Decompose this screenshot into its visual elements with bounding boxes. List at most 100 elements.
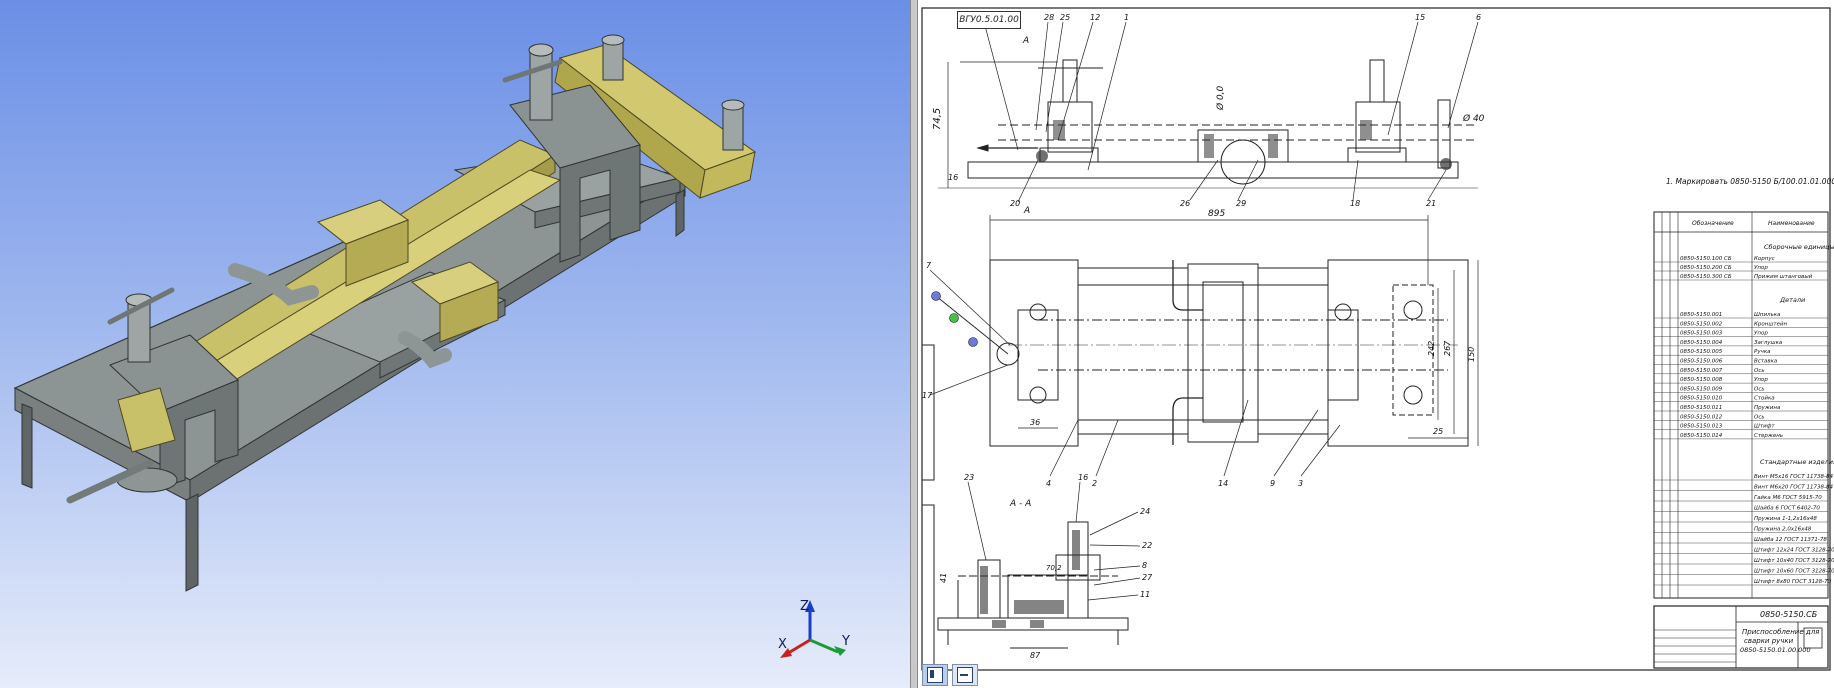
callout-21: 21 xyxy=(1426,199,1436,208)
callout-25: 25 xyxy=(1060,13,1070,22)
marker-blue-1 xyxy=(931,291,941,301)
spec-detail-name: Вставка xyxy=(1754,359,1778,365)
x-axis-label: X xyxy=(778,637,787,652)
spec-detail-name: Ось xyxy=(1754,386,1765,392)
callout-18: 18 xyxy=(1350,199,1360,208)
dim-section-width: 87 xyxy=(1030,651,1041,660)
dim-phi-top: Ø 0,0 xyxy=(1215,85,1226,111)
spec-detail-name: Упор xyxy=(1754,377,1768,383)
spec-header-code: Обозначение xyxy=(1692,220,1734,227)
dim-offset-right: 25 xyxy=(1433,427,1443,436)
callout-2: 2 xyxy=(1092,479,1097,488)
spec-standard-name: Шайба 6 ГОСТ 6402-70 xyxy=(1754,506,1820,512)
cut-label-bottom: А xyxy=(1023,206,1030,216)
spec-detail-name: Заглушка xyxy=(1754,340,1783,346)
spec-assembly-name: Корпус xyxy=(1754,256,1775,262)
margin-stamp-lower xyxy=(921,504,935,666)
sheet-icon xyxy=(957,667,973,683)
spec-detail-name: Штифт xyxy=(1754,424,1775,430)
spec-header-name: Наименование xyxy=(1768,220,1815,227)
tab-sheet-2[interactable] xyxy=(952,664,978,686)
plan-dims xyxy=(989,215,1479,446)
dim-phi-right: Ø 40 xyxy=(1462,113,1485,124)
title-name-3: 0850-5150.01.00.000 xyxy=(1740,646,1811,654)
spec-standard-name: Пружина 1-1,2х16х48 xyxy=(1754,516,1817,522)
spec-detail-name: Упор xyxy=(1754,331,1768,337)
spec-detail-name: Ось xyxy=(1754,414,1765,420)
spec-detail-code: 0850-5150.009 xyxy=(1680,386,1723,392)
callouts-plan-lines xyxy=(929,269,1341,477)
base-leg-3 xyxy=(675,189,685,237)
callout-7: 7 xyxy=(926,261,932,270)
spec-detail-code: 0850-5150.003 xyxy=(1680,331,1723,337)
spec-detail-name: Кронштейн xyxy=(1754,321,1788,327)
dim-length-total: 895 xyxy=(1208,209,1225,219)
spec-detail-name: Стержень xyxy=(1754,433,1783,439)
spec-detail-code: 0850-5150.012 xyxy=(1680,414,1723,420)
callout-9: 9 xyxy=(1270,479,1275,488)
spec-detail-name: Ось xyxy=(1754,368,1765,374)
spec-assembly-name: Прижим штанговый xyxy=(1754,274,1813,280)
spec-standard-name: Штифт 10х60 ГОСТ 3128-70 xyxy=(1754,569,1834,575)
spec-standard-name: Винт М5х16 ГОСТ 11738-84 xyxy=(1754,474,1833,480)
margin-stamp-upper xyxy=(921,344,935,481)
callout-22: 22 xyxy=(1142,541,1152,550)
callout-26: 26 xyxy=(1180,199,1190,208)
spec-standard-name: Гайка М6 ГОСТ 5915-70 xyxy=(1754,495,1822,501)
spec-detail-code: 0850-5150.010 xyxy=(1680,396,1723,402)
callout-6: 6 xyxy=(1476,13,1481,22)
dim-width-outer: 267 xyxy=(1443,340,1452,356)
spec-standard-name: Штифт 10х40 ГОСТ 3128-70 xyxy=(1754,558,1834,564)
callout-1: 1 xyxy=(1124,13,1129,22)
spec-assembly-code: 0850-5150.300 СБ xyxy=(1680,274,1732,280)
callout-11: 11 xyxy=(1140,590,1150,599)
spec-detail-code: 0850-5150.006 xyxy=(1680,359,1723,365)
spec-table: Обозначение Наименование Сборочные едини… xyxy=(1653,211,1834,599)
section-view xyxy=(937,521,1129,649)
drawing-canvas: 74,5 16 Ø 0,0 Ø 40 А А 10 28 25 12 1 15 … xyxy=(921,7,1834,671)
pin-right-3-cap xyxy=(721,99,745,111)
spec-detail-code: 0850-5150.001 xyxy=(1680,312,1722,318)
pane-splitter[interactable] xyxy=(910,0,918,688)
spec-detail-code: 0850-5150.005 xyxy=(1680,349,1723,355)
pin-right-1-cap xyxy=(528,43,554,57)
spec-detail-name: Стойка xyxy=(1754,396,1775,402)
spec-standard-name: Штифт 8х80 ГОСТ 3128-70 xyxy=(1754,579,1832,585)
callout-24: 24 xyxy=(1140,507,1150,516)
y-axis-line xyxy=(809,638,839,654)
spec-detail-name: Пружина xyxy=(1754,405,1781,411)
spec-detail-name: Ручка xyxy=(1754,349,1771,355)
spec-detail-code: 0850-5150.002 xyxy=(1680,321,1723,327)
spec-detail-code: 0850-5150.008 xyxy=(1680,377,1723,383)
3d-model-viewport[interactable]: Z Y X xyxy=(0,0,910,688)
dim-section-height: 41 xyxy=(939,573,948,583)
document-code-stamp: ВГУ0.5.01.00 xyxy=(957,11,1021,29)
spec-assembly-code: 0850-5150.200 СБ xyxy=(1680,265,1732,271)
base-leg-2 xyxy=(185,493,199,592)
axis-triad: Z Y X xyxy=(778,599,850,658)
callout-8: 8 xyxy=(1142,561,1147,570)
spec-section-details: Детали xyxy=(1779,296,1805,304)
spec-section-assemblies: Сборочные единицы xyxy=(1764,243,1834,251)
elevation-base xyxy=(967,161,1459,179)
spec-detail-code: 0850-5150.014 xyxy=(1680,433,1723,439)
base-leg-1 xyxy=(21,403,33,489)
spec-standard-name: Шайба 12 ГОСТ 11371-78 xyxy=(1754,537,1827,543)
dim-width-inner: 242 xyxy=(1427,341,1436,356)
drawing-note: 1. Маркировать 0850-5150 Б/100.01.01.000 xyxy=(1666,177,1834,186)
plan-view xyxy=(989,259,1469,447)
dim-width-total: 150 xyxy=(1467,347,1476,362)
tab-sheet-1[interactable] xyxy=(922,664,948,686)
callout-17: 17 xyxy=(922,391,933,400)
callout-23: 23 xyxy=(964,473,974,482)
callout-14: 14 xyxy=(1218,479,1228,488)
marker-green xyxy=(949,313,959,323)
drawing-sheet[interactable]: 74,5 16 Ø 0,0 Ø 40 А А 10 28 25 12 1 15 … xyxy=(918,0,1834,688)
cut-label-top: А xyxy=(1022,36,1029,46)
callout-20: 20 xyxy=(1010,199,1020,208)
spec-standard-rows: Винт М5х16 ГОСТ 11738-84 Винт М6х20 ГОСТ … xyxy=(1654,474,1834,586)
spec-detail-code: 0850-5150.004 xyxy=(1680,340,1723,346)
spec-standard-name: Винт М6х20 ГОСТ 11738-84 xyxy=(1754,485,1833,491)
z-axis-label: Z xyxy=(800,599,809,614)
callout-15: 15 xyxy=(1415,13,1425,22)
